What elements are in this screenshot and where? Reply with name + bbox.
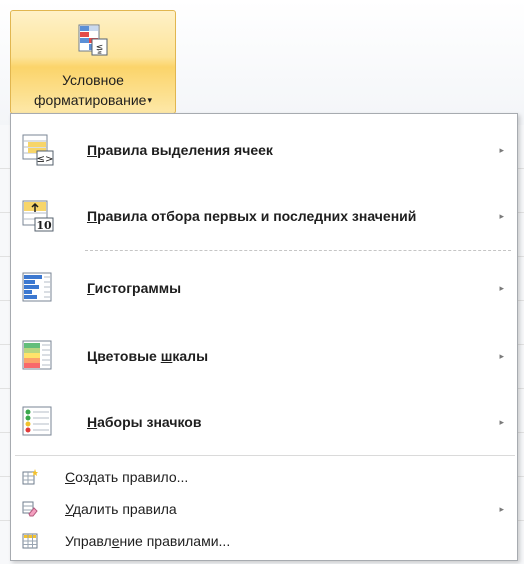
menu-item-label: Цветовые шкалы xyxy=(87,348,209,364)
submenu-arrow-icon: ▸ xyxy=(499,211,504,221)
conditional-formatting-button[interactable]: ≤ ≥ Условное форматирование▾ xyxy=(10,10,176,114)
menu-item-label: Управление правилами... xyxy=(65,533,231,549)
new-rule-icon xyxy=(22,469,38,485)
highlight-cells-rules-icon: ≤> xyxy=(22,134,54,166)
menu-item-icon-sets[interactable]: Наборы значков ▸ xyxy=(12,398,516,446)
submenu-arrow-icon: ▸ xyxy=(499,283,504,293)
submenu-arrow-icon: ▸ xyxy=(499,351,504,361)
conditional-formatting-menu: ≤> Правила выделения ячеек ▸ 10 Правила … xyxy=(10,113,518,561)
conditional-formatting-icon: ≤ ≥ xyxy=(78,24,108,56)
menu-item-label: Гистограммы xyxy=(87,280,182,296)
manage-rules-icon xyxy=(22,533,38,549)
top-bottom-rules-icon: 10 xyxy=(22,200,54,232)
menu-separator xyxy=(15,455,515,456)
submenu-arrow-icon: ▸ xyxy=(499,504,504,514)
svg-text:≥: ≥ xyxy=(97,49,102,56)
icon-sets-icon xyxy=(22,406,52,436)
menu-item-new-rule[interactable]: Создать правило... xyxy=(12,463,516,491)
dropdown-arrow-icon: ▾ xyxy=(147,95,152,105)
svg-text:10: 10 xyxy=(36,219,52,232)
color-scales-icon xyxy=(22,340,52,370)
menu-item-manage-rules[interactable]: Управление правилами... xyxy=(12,527,516,555)
menu-item-data-bars[interactable]: Гистограммы ▸ xyxy=(12,264,516,312)
menu-item-clear-rules[interactable]: Удалить правила ▸ xyxy=(12,495,516,523)
menu-item-label: Создать правило... xyxy=(65,469,189,485)
menu-item-color-scales[interactable]: Цветовые шкалы ▸ xyxy=(12,332,516,380)
menu-item-label: Правила выделения ячеек xyxy=(87,142,273,158)
submenu-arrow-icon: ▸ xyxy=(499,417,504,427)
menu-item-label: Правила отбора первых и последних значен… xyxy=(87,208,417,224)
submenu-arrow-icon: ▸ xyxy=(499,145,504,155)
svg-text:≤>: ≤> xyxy=(37,154,54,165)
menu-item-top-bottom-rules[interactable]: 10 Правила отбора первых и последних зна… xyxy=(12,192,516,240)
menu-separator-dotted xyxy=(85,250,511,251)
menu-item-highlight-cells-rules[interactable]: ≤> Правила выделения ячеек ▸ xyxy=(12,126,516,174)
button-label-line1: Условное xyxy=(62,72,124,88)
clear-rules-icon xyxy=(22,501,38,517)
button-label-line2: форматирование▾ xyxy=(11,91,175,109)
menu-item-label: Наборы значков xyxy=(87,414,202,430)
data-bars-icon xyxy=(22,272,52,302)
button-label-line2-text: форматирование xyxy=(34,92,147,108)
menu-item-label: Удалить правила xyxy=(65,501,177,517)
